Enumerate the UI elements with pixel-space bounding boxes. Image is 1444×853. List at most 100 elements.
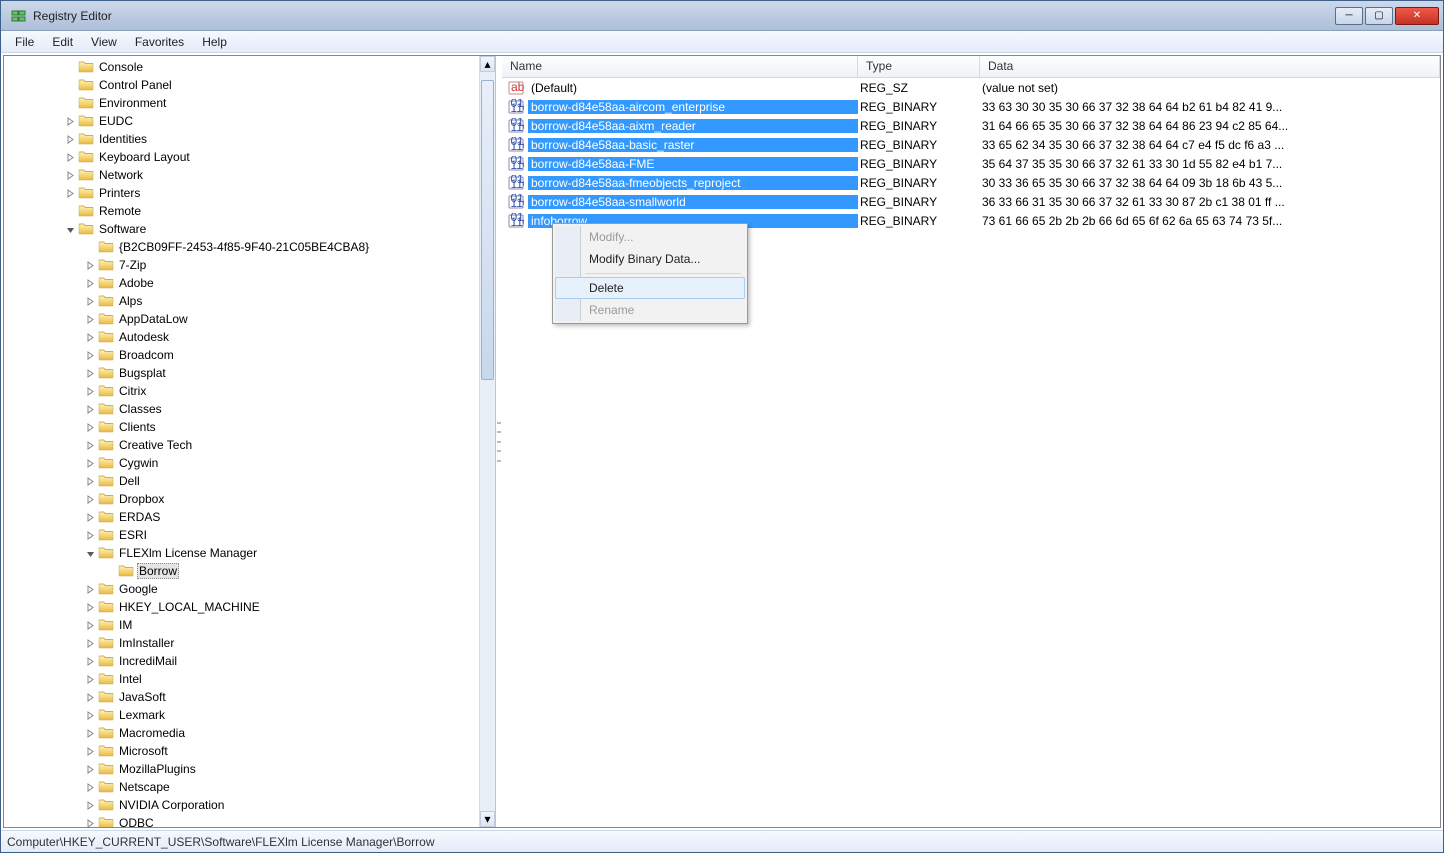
tree-item[interactable]: Network <box>6 166 479 184</box>
scroll-down-icon[interactable]: ▾ <box>480 811 495 827</box>
value-row[interactable]: 011110borrow-d84e58aa-aixm_readerREG_BIN… <box>502 116 1440 135</box>
expand-icon[interactable] <box>65 134 76 145</box>
tree-item[interactable]: Alps <box>6 292 479 310</box>
value-row[interactable]: 011110borrow-d84e58aa-aircom_enterpriseR… <box>502 97 1440 116</box>
menu-edit[interactable]: Edit <box>44 33 81 51</box>
tree-item[interactable]: 7-Zip <box>6 256 479 274</box>
tree-item[interactable]: AppDataLow <box>6 310 479 328</box>
expand-icon[interactable] <box>85 386 96 397</box>
expand-icon[interactable] <box>65 116 76 127</box>
expand-icon[interactable] <box>85 782 96 793</box>
tree-item[interactable]: Environment <box>6 94 479 112</box>
tree-item[interactable]: Keyboard Layout <box>6 148 479 166</box>
tree-item[interactable]: Macromedia <box>6 724 479 742</box>
tree-item[interactable]: Lexmark <box>6 706 479 724</box>
menu-favorites[interactable]: Favorites <box>127 33 192 51</box>
tree-item[interactable]: Autodesk <box>6 328 479 346</box>
expand-icon[interactable] <box>65 152 76 163</box>
menu-help[interactable]: Help <box>194 33 235 51</box>
values-list[interactable]: ab(Default)REG_SZ(value not set)011110bo… <box>502 78 1440 827</box>
collapse-icon[interactable] <box>85 548 96 559</box>
value-row[interactable]: 011110borrow-d84e58aa-smallworldREG_BINA… <box>502 192 1440 211</box>
expand-icon[interactable] <box>65 170 76 181</box>
scroll-thumb[interactable] <box>481 80 494 380</box>
expand-icon[interactable] <box>85 620 96 631</box>
tree-item[interactable]: Printers <box>6 184 479 202</box>
expand-icon[interactable] <box>85 674 96 685</box>
expand-icon[interactable] <box>85 602 96 613</box>
ctx-modify[interactable]: Modify... <box>555 226 745 248</box>
expand-icon[interactable] <box>85 728 96 739</box>
expand-icon[interactable] <box>85 422 96 433</box>
tree-item[interactable]: Creative Tech <box>6 436 479 454</box>
tree-item[interactable]: Remote <box>6 202 479 220</box>
titlebar[interactable]: Registry Editor ─ ▢ ✕ <box>1 1 1443 31</box>
tree-item[interactable]: ImInstaller <box>6 634 479 652</box>
tree-item[interactable]: Identities <box>6 130 479 148</box>
tree-item[interactable]: Microsoft <box>6 742 479 760</box>
tree-item[interactable]: Adobe <box>6 274 479 292</box>
expand-icon[interactable] <box>85 350 96 361</box>
tree-scrollbar[interactable]: ▴ ▾ <box>479 56 495 827</box>
tree-item[interactable]: IncrediMail <box>6 652 479 670</box>
column-name[interactable]: Name <box>502 56 858 77</box>
expand-icon[interactable] <box>85 530 96 541</box>
tree-item[interactable]: Control Panel <box>6 76 479 94</box>
tree-item[interactable]: FLEXlm License Manager <box>6 544 479 562</box>
tree-item[interactable]: Cygwin <box>6 454 479 472</box>
menu-file[interactable]: File <box>7 33 42 51</box>
tree-item[interactable]: Borrow <box>6 562 479 580</box>
tree-item[interactable]: Console <box>6 58 479 76</box>
expand-icon[interactable] <box>85 818 96 828</box>
close-button[interactable]: ✕ <box>1395 7 1439 25</box>
tree-item[interactable]: Classes <box>6 400 479 418</box>
tree-item[interactable]: Clients <box>6 418 479 436</box>
expand-icon[interactable] <box>85 638 96 649</box>
maximize-button[interactable]: ▢ <box>1365 7 1393 25</box>
registry-tree[interactable]: ConsoleControl PanelEnvironmentEUDCIdent… <box>4 56 479 827</box>
ctx-delete[interactable]: Delete <box>555 277 745 299</box>
expand-icon[interactable] <box>85 710 96 721</box>
value-row[interactable]: 011110borrow-d84e58aa-basic_rasterREG_BI… <box>502 135 1440 154</box>
value-row[interactable]: 011110borrow-d84e58aa-fmeobjects_reproje… <box>502 173 1440 192</box>
expand-icon[interactable] <box>85 584 96 595</box>
tree-item[interactable]: Netscape <box>6 778 479 796</box>
expand-icon[interactable] <box>85 440 96 451</box>
expand-icon[interactable] <box>85 314 96 325</box>
tree-item[interactable]: Google <box>6 580 479 598</box>
expand-icon[interactable] <box>85 476 96 487</box>
expand-icon[interactable] <box>85 296 96 307</box>
tree-item[interactable]: Broadcom <box>6 346 479 364</box>
expand-icon[interactable] <box>85 764 96 775</box>
value-row[interactable]: 011110borrow-d84e58aa-FMEREG_BINARY35 64… <box>502 154 1440 173</box>
ctx-rename[interactable]: Rename <box>555 299 745 321</box>
expand-icon[interactable] <box>85 278 96 289</box>
tree-item[interactable]: ODBC <box>6 814 479 827</box>
expand-icon[interactable] <box>85 260 96 271</box>
expand-icon[interactable] <box>85 800 96 811</box>
column-data[interactable]: Data <box>980 56 1440 77</box>
tree-item[interactable]: {B2CB09FF-2453-4f85-9F40-21C05BE4CBA8} <box>6 238 479 256</box>
tree-item[interactable]: MozillaPlugins <box>6 760 479 778</box>
tree-item[interactable]: IM <box>6 616 479 634</box>
tree-item[interactable]: Software <box>6 220 479 238</box>
tree-item[interactable]: Citrix <box>6 382 479 400</box>
tree-item[interactable]: ERDAS <box>6 508 479 526</box>
tree-item[interactable]: EUDC <box>6 112 479 130</box>
expand-icon[interactable] <box>85 332 96 343</box>
scroll-up-icon[interactable]: ▴ <box>480 56 495 72</box>
tree-item[interactable]: NVIDIA Corporation <box>6 796 479 814</box>
expand-icon[interactable] <box>85 494 96 505</box>
expand-icon[interactable] <box>85 692 96 703</box>
column-type[interactable]: Type <box>858 56 980 77</box>
values-header[interactable]: Name Type Data <box>502 56 1440 78</box>
tree-item[interactable]: HKEY_LOCAL_MACHINE <box>6 598 479 616</box>
tree-item[interactable]: Dropbox <box>6 490 479 508</box>
menu-view[interactable]: View <box>83 33 125 51</box>
expand-icon[interactable] <box>85 656 96 667</box>
tree-item[interactable]: Intel <box>6 670 479 688</box>
tree-item[interactable]: JavaSoft <box>6 688 479 706</box>
expand-icon[interactable] <box>85 746 96 757</box>
expand-icon[interactable] <box>65 188 76 199</box>
ctx-modify-binary[interactable]: Modify Binary Data... <box>555 248 745 270</box>
